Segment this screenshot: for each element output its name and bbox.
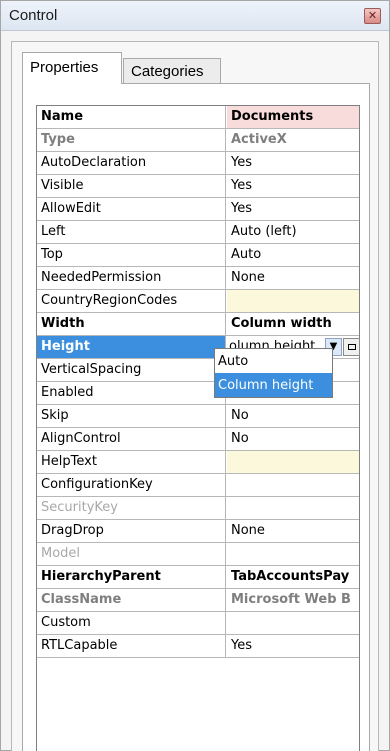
property-name: Type bbox=[37, 129, 226, 151]
property-name: Enabled bbox=[37, 382, 226, 404]
property-row-classname[interactable]: ClassName Microsoft Web B bbox=[37, 589, 359, 612]
property-name: Skip bbox=[37, 405, 226, 427]
property-row-type[interactable]: Type ActiveX bbox=[37, 129, 359, 152]
property-row-autodeclaration[interactable]: AutoDeclaration Yes bbox=[37, 152, 359, 175]
property-name: HelpText bbox=[37, 451, 226, 473]
property-value[interactable] bbox=[227, 474, 359, 496]
property-row-aligncontrol[interactable]: AlignControl No bbox=[37, 428, 359, 451]
lookup-button[interactable] bbox=[343, 338, 360, 356]
property-row-rtlcapable[interactable]: RTLCapable Yes bbox=[37, 635, 359, 658]
property-name: HierarchyParent bbox=[37, 566, 226, 588]
property-row-allowedit[interactable]: AllowEdit Yes bbox=[37, 198, 359, 221]
property-value[interactable]: None bbox=[227, 267, 359, 289]
control-window: Control ✕ Properties Categories Name Doc… bbox=[0, 0, 390, 751]
property-value[interactable]: Column width bbox=[227, 313, 359, 335]
property-row-custom[interactable]: Custom bbox=[37, 612, 359, 635]
property-name: ConfigurationKey bbox=[37, 474, 226, 496]
property-name: Left bbox=[37, 221, 226, 243]
property-name: Width bbox=[37, 313, 226, 335]
property-value[interactable]: Auto (left) bbox=[227, 221, 359, 243]
property-value[interactable] bbox=[227, 451, 359, 473]
title-bar[interactable]: Control ✕ bbox=[1, 1, 389, 31]
property-name: Visible bbox=[37, 175, 226, 197]
property-row-configurationkey[interactable]: ConfigurationKey bbox=[37, 474, 359, 497]
property-name: Height bbox=[37, 336, 226, 358]
property-row-model[interactable]: Model bbox=[37, 543, 359, 566]
property-row-helptext[interactable]: HelpText bbox=[37, 451, 359, 474]
property-name: SecurityKey bbox=[37, 497, 226, 519]
property-row-neededpermission[interactable]: NeededPermission None bbox=[37, 267, 359, 290]
property-name: AllowEdit bbox=[37, 198, 226, 220]
property-row-dragdrop[interactable]: DragDrop None bbox=[37, 520, 359, 543]
property-row-name[interactable]: Name Documents bbox=[37, 106, 359, 129]
property-row-width[interactable]: Width Column width bbox=[37, 313, 359, 336]
property-row-skip[interactable]: Skip No bbox=[37, 405, 359, 428]
property-value: ActiveX bbox=[231, 132, 287, 147]
property-row-countryregioncodes[interactable]: CountryRegionCodes bbox=[37, 290, 359, 313]
property-value[interactable]: Yes bbox=[227, 175, 359, 197]
property-value[interactable]: None bbox=[227, 520, 359, 542]
tab-panel: Name Documents Type ActiveX AutoDeclarat… bbox=[22, 83, 370, 751]
property-name: VerticalSpacing bbox=[37, 359, 226, 381]
property-name: CountryRegionCodes bbox=[37, 290, 226, 312]
property-value[interactable]: TabAccountsPay bbox=[227, 566, 359, 588]
property-name: AutoDeclaration bbox=[37, 152, 226, 174]
property-value[interactable] bbox=[227, 290, 359, 312]
property-value: Microsoft Web B bbox=[231, 592, 351, 607]
property-value[interactable]: Yes bbox=[227, 152, 359, 174]
property-value[interactable]: Yes bbox=[227, 198, 359, 220]
property-value[interactable] bbox=[227, 612, 359, 634]
tab-properties[interactable]: Properties bbox=[22, 52, 122, 84]
property-name: NeededPermission bbox=[37, 267, 226, 289]
property-row-visible[interactable]: Visible Yes bbox=[37, 175, 359, 198]
property-name: AlignControl bbox=[37, 428, 226, 450]
property-row-securitykey[interactable]: SecurityKey bbox=[37, 497, 359, 520]
property-value[interactable]: No bbox=[227, 428, 359, 450]
property-value[interactable]: Yes bbox=[227, 635, 359, 657]
property-value bbox=[227, 497, 359, 519]
tab-categories[interactable]: Categories bbox=[123, 58, 221, 84]
property-name: Name bbox=[37, 106, 226, 128]
dropdown-option-auto[interactable]: Auto bbox=[215, 349, 332, 373]
close-button[interactable]: ✕ bbox=[364, 8, 381, 24]
property-name: ClassName bbox=[37, 589, 226, 611]
property-value[interactable]: No bbox=[227, 405, 359, 427]
window-icon bbox=[348, 344, 356, 350]
property-value bbox=[227, 543, 359, 565]
property-row-top[interactable]: Top Auto bbox=[37, 244, 359, 267]
property-value[interactable]: Auto bbox=[227, 244, 359, 266]
property-grid: Name Documents Type ActiveX AutoDeclarat… bbox=[36, 105, 360, 751]
property-name: Model bbox=[37, 543, 226, 565]
property-row-left[interactable]: Left Auto (left) bbox=[37, 221, 359, 244]
property-name: Top bbox=[37, 244, 226, 266]
property-name: DragDrop bbox=[37, 520, 226, 542]
property-name: Custom bbox=[37, 612, 226, 634]
dropdown-option-column-height[interactable]: Column height bbox=[215, 373, 332, 397]
height-dropdown-list[interactable]: Auto Column height bbox=[214, 348, 333, 398]
property-value[interactable]: Documents bbox=[227, 106, 359, 128]
window-title: Control bbox=[9, 7, 58, 24]
property-row-hierarchyparent[interactable]: HierarchyParent TabAccountsPay bbox=[37, 566, 359, 589]
property-name: RTLCapable bbox=[37, 635, 226, 657]
